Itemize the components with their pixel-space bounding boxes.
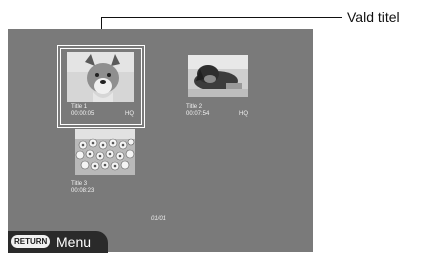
title-3-name: Title 3 [71, 181, 88, 187]
title-1-name: Title 1 [71, 104, 88, 110]
title-2-duration: 00:07:54 [186, 111, 210, 117]
title-2-thumbnail[interactable] [188, 55, 248, 97]
page-indicator: 01/01 [151, 216, 167, 222]
callout-label: Vald titel [347, 9, 400, 25]
callout-leader-horizontal [101, 17, 342, 18]
title-2-quality: HQ [239, 111, 248, 117]
title-1-quality: HQ [125, 111, 134, 117]
menu-label[interactable]: Menu [56, 233, 91, 251]
return-button-icon[interactable]: RETURN [11, 235, 51, 248]
title-3-duration: 00:08:23 [71, 188, 95, 194]
title-3-thumbnail[interactable] [75, 129, 135, 175]
title-1-thumbnail[interactable] [67, 52, 134, 102]
title-2-name: Title 2 [186, 104, 203, 110]
title-1-duration: 00:00:05 [71, 111, 95, 117]
